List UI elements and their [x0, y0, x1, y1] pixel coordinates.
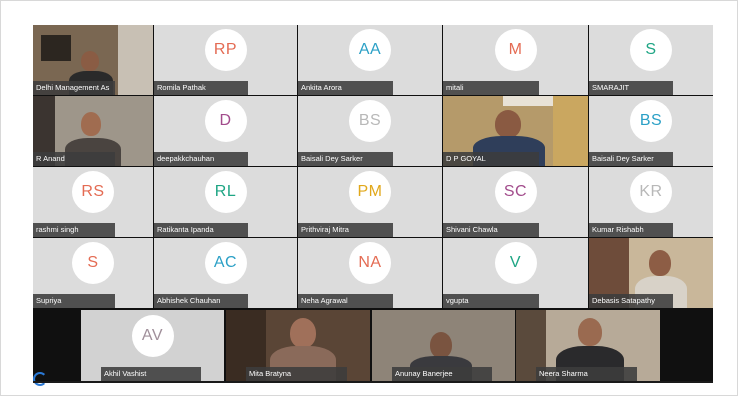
participant-name: SMARAJIT: [589, 81, 674, 95]
participant-head: [81, 112, 101, 136]
participant-tile[interactable]: S SMARAJIT: [589, 25, 713, 95]
participant-name: Neera Sharma: [536, 367, 637, 381]
participant-name: Ratikanta Ipanda: [154, 223, 249, 237]
participant-tile[interactable]: M mitali: [443, 25, 588, 95]
participant-tile[interactable]: Mita Bratyna: [226, 310, 370, 381]
initials-avatar: BS: [349, 100, 391, 143]
participant-name: Supriya: [33, 294, 115, 308]
participant-tile[interactable]: RP Romila Pathak: [154, 25, 297, 95]
participant-tile[interactable]: BS Baisali Dey Sarker: [298, 96, 442, 166]
participant-name: R Anand: [33, 152, 115, 166]
participant-head: [290, 318, 316, 348]
participant-tile[interactable]: NA Neha Agrawal: [298, 238, 442, 308]
participant-tile[interactable]: AA Ankita Arora: [298, 25, 442, 95]
participant-name: Akhil Vashist: [101, 367, 202, 381]
participant-tile[interactable]: RS rashmi singh: [33, 167, 153, 237]
participant-name: Shivani Chawla: [443, 223, 539, 237]
initials-avatar: S: [630, 29, 672, 72]
participant-tile[interactable]: KR Kumar Rishabh: [589, 167, 713, 237]
participant-name: Prithviraj Mitra: [298, 223, 394, 237]
wall-decor: [553, 96, 588, 166]
initials-avatar: V: [494, 242, 537, 285]
participant-name: Abhishek Chauhan: [154, 294, 249, 308]
participant-name: Kumar Rishabh: [589, 223, 674, 237]
initials-avatar: AA: [349, 29, 391, 72]
participant-head: [578, 318, 602, 346]
participant-tile[interactable]: Debasis Satapathy: [589, 238, 713, 308]
participant-head: [649, 250, 671, 276]
initials-avatar: PM: [349, 171, 391, 214]
initials-avatar: BS: [630, 100, 672, 143]
participant-tile[interactable]: AC Abhishek Chauhan: [154, 238, 297, 308]
initials-avatar: S: [72, 242, 114, 285]
participant-name: rashmi singh: [33, 223, 115, 237]
participant-name: Delhi Management As: [33, 81, 115, 95]
participant-head: [81, 51, 99, 71]
participant-tile[interactable]: RL Ratikanta Ipanda: [154, 167, 297, 237]
window-bottom-edge: [33, 381, 713, 383]
participant-name: Anunay Banerjee: [392, 367, 493, 381]
participant-name: Baisali Dey Sarker: [589, 152, 674, 166]
participant-tile[interactable]: R Anand: [33, 96, 153, 166]
participant-name: D P GOYAL: [443, 152, 539, 166]
initials-avatar: AC: [204, 242, 247, 285]
participant-name: Baisali Dey Sarker: [298, 152, 394, 166]
participant-tile[interactable]: D deepakkchauhan: [154, 96, 297, 166]
initials-avatar: RL: [204, 171, 247, 214]
participant-tile[interactable]: S Supriya: [33, 238, 153, 308]
loading-spinner-icon: [33, 372, 47, 386]
initials-avatar: AV: [131, 314, 174, 357]
participant-tile[interactable]: D P GOYAL: [443, 96, 588, 166]
participant-tile[interactable]: SC Shivani Chawla: [443, 167, 588, 237]
participant-name: Ankita Arora: [298, 81, 394, 95]
participant-name: Mita Bratyna: [246, 367, 347, 381]
participant-name: Debasis Satapathy: [589, 294, 674, 308]
participant-tile[interactable]: Anunay Banerjee: [372, 310, 515, 381]
initials-avatar: RS: [72, 171, 114, 214]
participant-tile[interactable]: AV Akhil Vashist: [81, 310, 224, 381]
participant-tile[interactable]: Delhi Management As: [33, 25, 153, 95]
participant-head: [430, 332, 452, 358]
initials-avatar: NA: [349, 242, 391, 285]
participant-name: deepakkchauhan: [154, 152, 249, 166]
participant-tile[interactable]: V vgupta: [443, 238, 588, 308]
curtain-decor: [118, 25, 153, 95]
participant-name: Neha Agrawal: [298, 294, 394, 308]
participant-name: Romila Pathak: [154, 81, 249, 95]
participant-tile[interactable]: Neera Sharma: [516, 310, 660, 381]
initials-avatar: D: [204, 100, 247, 143]
initials-avatar: KR: [630, 171, 672, 214]
participant-tile[interactable]: PM Prithviraj Mitra: [298, 167, 442, 237]
participant-name: vgupta: [443, 294, 539, 308]
participant-name: mitali: [443, 81, 539, 95]
participant-tile[interactable]: BS Baisali Dey Sarker: [589, 96, 713, 166]
participant-head: [495, 110, 521, 138]
initials-avatar: M: [494, 29, 537, 72]
initials-avatar: RP: [204, 29, 247, 72]
initials-avatar: SC: [494, 171, 537, 214]
video-grid: Delhi Management As RP Romila Pathak AA …: [33, 25, 713, 381]
window-decor: [41, 35, 71, 61]
